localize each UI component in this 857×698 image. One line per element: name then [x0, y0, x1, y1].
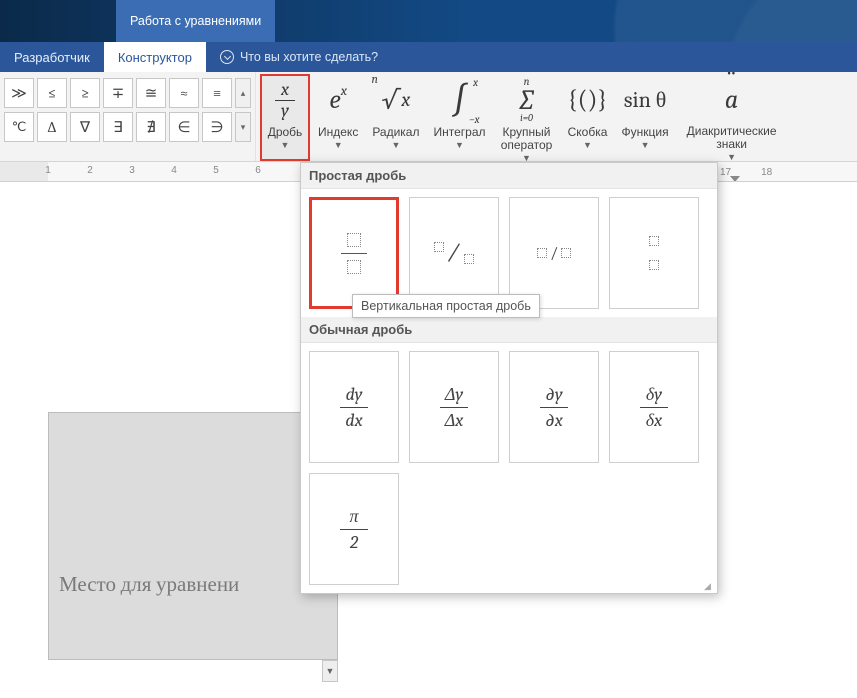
function-icon: sin θ [624, 76, 666, 124]
radical-button[interactable]: n √x Радикал ▼ [366, 74, 425, 161]
scroll-down-button[interactable]: ▼ [322, 660, 338, 682]
symbol-elementof[interactable]: ∈ [169, 112, 199, 142]
tpl-dy-dx[interactable]: dydx [309, 351, 399, 463]
tell-me-label: Что вы хотите сделать? [240, 50, 378, 64]
symbols-more[interactable]: ▾ [235, 112, 251, 142]
symbol-congruent[interactable]: ≅ [136, 78, 166, 108]
script-icon: ex [329, 76, 347, 124]
bracket-button[interactable]: {()} Скобка ▼ [562, 74, 614, 161]
tpl-pi-over-2[interactable]: π2 [309, 473, 399, 585]
integral-icon: ∫ −x x [453, 76, 466, 124]
script-label: Индекс [318, 124, 358, 139]
symbol-notexists[interactable]: ∄ [136, 112, 166, 142]
chevron-down-icon: ▼ [455, 139, 464, 149]
radical-icon: n √x [381, 76, 410, 124]
tpl-skewed-fraction[interactable]: ∕ [409, 197, 499, 309]
integral-button[interactable]: ∫ −x x Интеграл ▼ [428, 74, 492, 161]
tpl-partial-y-partial-x[interactable]: ∂y∂x [509, 351, 599, 463]
symbol-nabla[interactable]: ∇ [70, 112, 100, 142]
symbol-mp[interactable]: ∓ [103, 78, 133, 108]
document-area: Место для уравнени ▼ Простая дробь ∕ [0, 182, 857, 698]
large-operator-button[interactable]: n ∑ i=0 Крупный оператор ▼ [494, 74, 560, 161]
tab-developer[interactable]: Разработчик [0, 42, 104, 72]
radical-label: Радикал [372, 124, 419, 139]
symbol-identical[interactable]: ≡ [202, 78, 232, 108]
function-label: Функция [622, 124, 669, 139]
symbol-exists[interactable]: ∃ [103, 112, 133, 142]
tab-constructor[interactable]: Конструктор [104, 42, 206, 72]
symbol-much-greater[interactable]: ≫ [4, 78, 34, 108]
summation-icon: n ∑ i=0 [519, 76, 534, 124]
symbol-approx[interactable]: ≈ [169, 78, 199, 108]
tooltip-stacked-fraction: Вертикальная простая дробь [352, 294, 540, 318]
structures-group: x y Дробь ▼ ex Индекс ▼ n √x Радикал ▼ [256, 72, 791, 161]
gallery-section-common-body: dydx ΔyΔx ∂y∂x δyδx π2 [301, 343, 717, 593]
bracket-icon: {()} [568, 76, 608, 124]
symbol-leq[interactable]: ≤ [37, 78, 67, 108]
tell-me-search[interactable]: Что вы хотите сделать? [206, 42, 378, 72]
titlebar: Работа с уравнениями [0, 0, 857, 42]
script-button[interactable]: ex Индекс ▼ [312, 74, 364, 161]
accent-icon: ¨ a [725, 76, 738, 123]
large-operator-label: Крупный оператор [501, 124, 553, 152]
chevron-down-icon: ▼ [727, 151, 736, 161]
tpl-linear-fraction[interactable]: / [509, 197, 599, 309]
lightbulb-icon [220, 50, 234, 64]
chevron-down-icon: ▼ [334, 139, 343, 149]
tpl-small-fraction[interactable] [609, 197, 699, 309]
gallery-section-common-header: Обычная дробь [301, 317, 717, 343]
symbol-celsius[interactable]: ℃ [4, 112, 34, 142]
tpl-Delta-y-Delta-x[interactable]: ΔyΔx [409, 351, 499, 463]
chevron-down-icon: ▼ [641, 139, 650, 149]
chevron-down-icon: ▼ [583, 139, 592, 149]
fraction-label: Дробь [268, 124, 303, 139]
equation-tools-context-tab: Работа с уравнениями [116, 0, 275, 42]
symbols-group: ≫ ≤ ≥ ∓ ≅ ≈ ≡ ▴ ℃ ∆ ∇ ∃ ∄ ∈ ∋ ▾ [0, 72, 256, 161]
equation-placeholder-text: Место для уравнени [59, 572, 239, 597]
tpl-stacked-fraction[interactable] [309, 197, 399, 309]
symbol-geq[interactable]: ≥ [70, 78, 100, 108]
symbol-delta[interactable]: ∆ [37, 112, 67, 142]
fraction-icon: x y [275, 76, 295, 124]
chevron-down-icon: ▼ [391, 139, 400, 149]
accent-button[interactable]: ¨ a Диакритические знаки ▼ [677, 74, 787, 161]
gallery-section-simple-header: Простая дробь [301, 163, 717, 189]
fraction-gallery: Простая дробь ∕ / [300, 162, 718, 594]
function-button[interactable]: sin θ Функция ▼ [616, 74, 675, 161]
integral-label: Интеграл [434, 124, 486, 139]
ribbon: ≫ ≤ ≥ ∓ ≅ ≈ ≡ ▴ ℃ ∆ ∇ ∃ ∄ ∈ ∋ ▾ x [0, 72, 857, 162]
chevron-down-icon: ▼ [522, 152, 531, 162]
chevron-down-icon: ▼ [281, 139, 290, 149]
fraction-button[interactable]: x y Дробь ▼ [260, 74, 310, 161]
bracket-label: Скобка [568, 124, 608, 139]
accent-label: Диакритические знаки [687, 123, 777, 151]
symbol-contains[interactable]: ∋ [202, 112, 232, 142]
symbols-scroll-up[interactable]: ▴ [235, 78, 251, 108]
equation-placeholder-box[interactable]: Место для уравнени [48, 412, 338, 660]
resize-grip-icon[interactable]: ◢ [704, 581, 714, 591]
tpl-delta-y-delta-x[interactable]: δyδx [609, 351, 699, 463]
